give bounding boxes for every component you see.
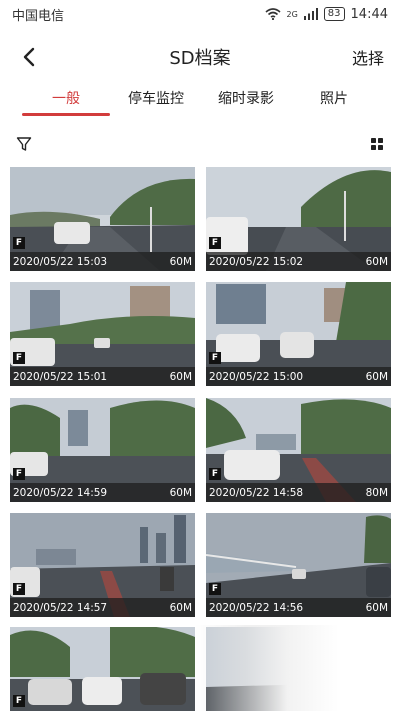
- front-camera-badge: F: [209, 583, 221, 595]
- video-datetime: 2020/05/22 15:02: [209, 255, 304, 268]
- video-size: 60M: [365, 255, 388, 268]
- video-item[interactable]: F 2020/05/22 14:57 60M: [10, 513, 195, 617]
- video-datetime: 2020/05/22 15:01: [13, 370, 108, 383]
- video-datetime: 2020/05/22 14:58: [209, 486, 304, 499]
- front-camera-badge: F: [209, 468, 221, 480]
- active-tab-indicator: [22, 113, 110, 116]
- video-meta: 2020/05/22 15:01 60M: [10, 367, 195, 386]
- video-item[interactable]: F 2020/05/22 14:58 80M: [206, 398, 391, 502]
- video-item[interactable]: F: [10, 627, 195, 711]
- video-item[interactable]: F 2020/05/22 15:00 60M: [206, 282, 391, 386]
- video-size: 60M: [169, 370, 192, 383]
- back-button[interactable]: [14, 42, 44, 72]
- nav-bar: SD档案 选择: [0, 32, 400, 80]
- video-meta: 2020/05/22 14:59 60M: [10, 483, 195, 502]
- video-thumbnail: [10, 627, 195, 711]
- carrier-label: 中国电信: [12, 8, 65, 24]
- front-camera-badge: F: [13, 352, 25, 364]
- video-item[interactable]: F 2020/05/22 15:01 60M: [10, 282, 195, 386]
- front-camera-badge: F: [13, 237, 25, 249]
- battery-indicator: 83: [323, 7, 345, 21]
- list-toolbar: [0, 136, 400, 156]
- front-camera-badge: F: [13, 695, 25, 707]
- front-camera-badge: F: [209, 352, 221, 364]
- video-item[interactable]: F 2020/05/22 15:03 60M: [10, 167, 195, 271]
- wifi-icon: [264, 8, 281, 20]
- front-camera-badge: F: [13, 468, 25, 480]
- video-meta: 2020/05/22 15:02 60M: [206, 252, 391, 271]
- signal-icon: [303, 8, 318, 20]
- tab-label: 缩时录影: [218, 91, 274, 107]
- tab-photos[interactable]: 照片: [290, 86, 378, 118]
- status-indicators: 2G 83 14:44: [264, 6, 388, 22]
- video-meta: 2020/05/22 14:57 60M: [10, 598, 195, 617]
- video-size: 80M: [365, 486, 388, 499]
- video-size: 60M: [365, 601, 388, 614]
- page-title: SD档案: [169, 48, 231, 69]
- video-size: 60M: [169, 601, 192, 614]
- video-size: 60M: [365, 370, 388, 383]
- tab-label: 停车监控: [128, 91, 184, 107]
- tab-label: 一般: [52, 91, 80, 107]
- video-item[interactable]: F 2020/05/22 14:56 60M: [206, 513, 391, 617]
- network-type: 2G: [286, 9, 298, 19]
- tab-label: 照片: [320, 91, 348, 107]
- tab-parking-monitor[interactable]: 停车监控: [112, 86, 200, 118]
- front-camera-badge: F: [209, 237, 221, 249]
- video-datetime: 2020/05/22 15:03: [13, 255, 108, 268]
- tab-bar: 一般 停车监控 缩时录影 照片: [0, 86, 400, 118]
- video-datetime: 2020/05/22 15:00: [209, 370, 304, 383]
- video-meta: 2020/05/22 15:00 60M: [206, 367, 391, 386]
- video-datetime: 2020/05/22 14:57: [13, 601, 108, 614]
- video-meta: 2020/05/22 14:56 60M: [206, 598, 391, 617]
- chevron-left-icon: [23, 47, 35, 67]
- clock: 14:44: [350, 6, 388, 22]
- video-size: 60M: [169, 255, 192, 268]
- video-meta: 2020/05/22 14:58 80M: [206, 483, 391, 502]
- loading-overlay: [195, 625, 400, 711]
- video-item[interactable]: F 2020/05/22 14:59 60M: [10, 398, 195, 502]
- tab-time-lapse[interactable]: 缩时录影: [202, 86, 290, 118]
- video-datetime: 2020/05/22 14:56: [209, 601, 304, 614]
- video-size: 60M: [169, 486, 192, 499]
- status-bar: 中国电信 2G 83 14:44: [0, 0, 400, 28]
- video-meta: 2020/05/22 15:03 60M: [10, 252, 195, 271]
- select-button[interactable]: 选择: [352, 45, 384, 69]
- grid-view-icon[interactable]: [371, 138, 383, 150]
- front-camera-badge: F: [13, 583, 25, 595]
- video-item[interactable]: F 2020/05/22 15:02 60M: [206, 167, 391, 271]
- video-datetime: 2020/05/22 14:59: [13, 486, 108, 499]
- filter-icon[interactable]: [16, 136, 32, 152]
